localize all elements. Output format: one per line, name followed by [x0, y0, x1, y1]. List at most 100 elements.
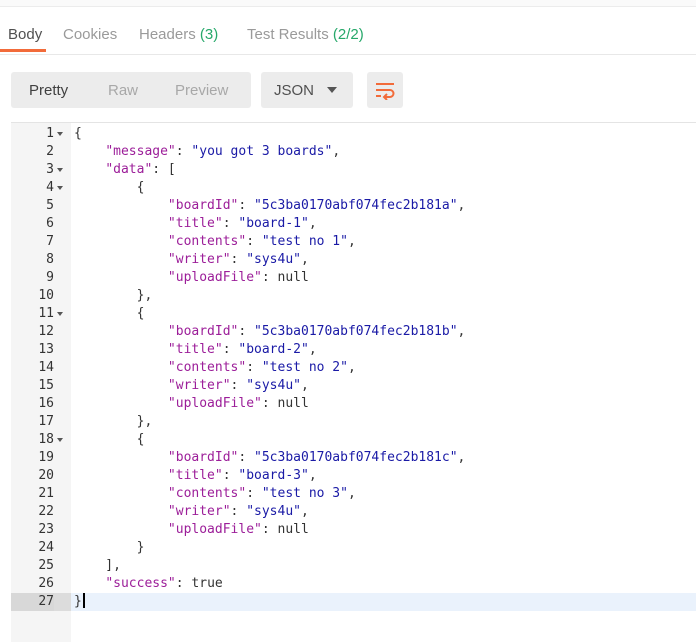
fold-arrow-icon[interactable] [57, 186, 63, 190]
pretty-button[interactable]: Pretty [29, 82, 68, 99]
code-line[interactable]: 3 "data": [ [11, 161, 696, 179]
line-number: 17 [38, 414, 54, 429]
json-punctuation: { [74, 306, 145, 321]
code-line[interactable]: 26 "success": true [11, 575, 696, 593]
code-line[interactable]: 7 "contents": "test no 1", [11, 233, 696, 251]
tab-headers[interactable]: Headers (3) [139, 26, 218, 43]
code-line[interactable]: 17 }, [11, 413, 696, 431]
line-number: 25 [38, 558, 54, 573]
json-punctuation: : [246, 486, 262, 501]
code-line[interactable]: 21 "contents": "test no 3", [11, 485, 696, 503]
json-punctuation: : [230, 252, 247, 267]
code-line[interactable]: 5 "boardId": "5c3ba0170abf074fec2b181a", [11, 197, 696, 215]
json-punctuation: ], [74, 558, 121, 573]
code-text: { [74, 179, 145, 197]
json-key: "uploadFile" [167, 522, 262, 537]
tab-cookies[interactable]: Cookies [63, 26, 117, 43]
code-line[interactable]: 16 "uploadFile": null [11, 395, 696, 413]
json-punctuation [74, 216, 168, 231]
json-punctuation [74, 576, 105, 591]
json-punctuation [74, 162, 105, 177]
fold-arrow-icon[interactable] [57, 438, 63, 442]
json-string: "5c3ba0170abf074fec2b181b" [254, 324, 458, 339]
fold-arrow-icon[interactable] [57, 168, 63, 172]
fold-arrow-icon[interactable] [57, 312, 63, 316]
code-line[interactable]: 2 "message": "you got 3 boards", [11, 143, 696, 161]
json-punctuation: : null [261, 522, 309, 537]
format-select-value: JSON [274, 82, 315, 99]
preview-button[interactable]: Preview [175, 82, 228, 99]
code-line[interactable]: 13 "title": "board-2", [11, 341, 696, 359]
json-punctuation [74, 504, 168, 519]
code-line[interactable]: 25 ], [11, 557, 696, 575]
json-string: "test no 2" [261, 360, 348, 375]
code-text: "writer": "sys4u", [74, 503, 309, 521]
response-body-editor[interactable]: 1{2 "message": "you got 3 boards", 3 "dat… [11, 122, 696, 642]
json-punctuation: { [74, 180, 145, 195]
line-number: 4 [46, 180, 54, 195]
line-number: 21 [38, 486, 54, 501]
chevron-down-icon [327, 87, 337, 93]
code-text: "contents": "test no 1", [74, 233, 356, 251]
code-line[interactable]: 8 "writer": "sys4u", [11, 251, 696, 269]
json-key: "data" [105, 162, 153, 177]
json-punctuation: , [332, 144, 341, 159]
code-line[interactable]: 9 "uploadFile": null [11, 269, 696, 287]
code-line[interactable]: 19 "boardId": "5c3ba0170abf074fec2b181c"… [11, 449, 696, 467]
line-number: 8 [46, 252, 54, 267]
line-number: 1 [46, 126, 54, 141]
json-punctuation: } [74, 540, 145, 555]
code-line[interactable]: 4 { [11, 179, 696, 197]
code-line[interactable]: 14 "contents": "test no 2", [11, 359, 696, 377]
code-line[interactable]: 15 "writer": "sys4u", [11, 377, 696, 395]
line-number: 27 [11, 593, 54, 611]
json-punctuation: }, [74, 288, 153, 303]
raw-button[interactable]: Raw [108, 82, 138, 99]
code-text: ], [74, 557, 121, 575]
code-text: "message": "you got 3 boards", [74, 143, 340, 161]
json-punctuation: , [457, 324, 466, 339]
code-line[interactable]: 27} [11, 593, 696, 611]
line-number: 5 [46, 198, 54, 213]
line-number: 13 [38, 342, 54, 357]
json-string: "board-1" [238, 216, 309, 231]
json-key: "title" [167, 468, 223, 483]
tab-cookies-label: Cookies [63, 26, 118, 43]
fold-arrow-icon[interactable] [57, 132, 63, 136]
json-punctuation: : [230, 504, 247, 519]
code-line[interactable]: 1{ [11, 125, 696, 143]
json-punctuation [74, 378, 168, 393]
json-punctuation: : null [261, 396, 309, 411]
code-text: "writer": "sys4u", [74, 377, 309, 395]
json-string: "board-3" [238, 468, 309, 483]
json-punctuation: { [74, 432, 145, 447]
format-select[interactable]: JSON [261, 72, 353, 108]
code-line[interactable]: 24 } [11, 539, 696, 557]
code-line[interactable]: 11 { [11, 305, 696, 323]
json-key: "contents" [167, 486, 247, 501]
line-number: 15 [38, 378, 54, 393]
code-line[interactable]: 23 "uploadFile": null [11, 521, 696, 539]
tab-test-results[interactable]: Test Results (2/2) [247, 26, 364, 43]
code-line[interactable]: 6 "title": "board-1", [11, 215, 696, 233]
code-line[interactable]: 22 "writer": "sys4u", [11, 503, 696, 521]
json-punctuation: , [457, 198, 466, 213]
line-number: 18 [38, 432, 54, 447]
line-number: 16 [38, 396, 54, 411]
tab-body[interactable]: Body [0, 26, 47, 52]
code-line[interactable]: 18 { [11, 431, 696, 449]
code-line[interactable]: 12 "boardId": "5c3ba0170abf074fec2b181b"… [11, 323, 696, 341]
code-line[interactable]: 10 }, [11, 287, 696, 305]
wrap-lines-button[interactable] [367, 72, 403, 108]
json-string: "sys4u" [246, 252, 301, 267]
line-number: 10 [38, 288, 54, 303]
json-key: "uploadFile" [167, 270, 262, 285]
json-string: "sys4u" [246, 378, 301, 393]
line-number: 23 [38, 522, 54, 537]
line-number: 6 [46, 216, 54, 231]
code-text: "contents": "test no 3", [74, 485, 356, 503]
code-line[interactable]: 20 "title": "board-3", [11, 467, 696, 485]
text-cursor [82, 593, 85, 608]
code-text: "data": [ [74, 161, 175, 179]
json-key: "success" [105, 576, 176, 591]
